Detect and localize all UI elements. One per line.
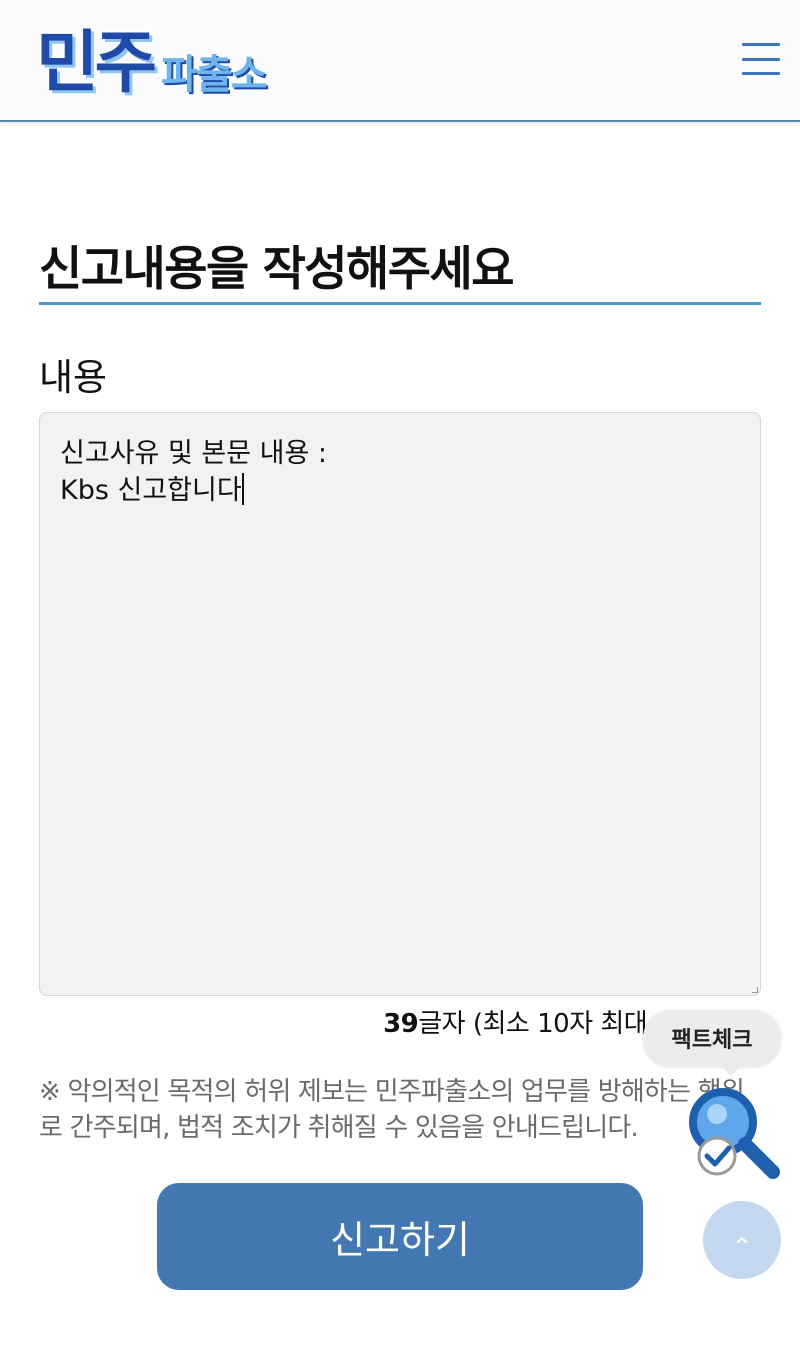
magnifier-check-icon[interactable]: [683, 1082, 783, 1182]
submit-report-button[interactable]: 신고하기: [157, 1183, 643, 1290]
resize-handle[interactable]: [752, 987, 758, 993]
menu-bar: [742, 57, 780, 61]
site-header: 민주 파출소: [0, 0, 800, 122]
menu-bar: [742, 72, 780, 75]
report-content-textarea[interactable]: 신고사유 및 본문 내용 : Kbs 신고합니다: [39, 412, 761, 996]
hamburger-menu-icon[interactable]: [742, 43, 780, 75]
logo-primary-text: 민주: [36, 24, 157, 103]
title-underline: [39, 302, 761, 305]
char-count-number: 39: [383, 1009, 419, 1039]
factcheck-bubble[interactable]: 팩트체크: [643, 1010, 781, 1076]
page-title: 신고내용을 작성해주세요: [39, 242, 515, 297]
site-logo[interactable]: 민주 파출소: [36, 14, 268, 104]
menu-bar: [742, 43, 780, 46]
text-caret: [241, 473, 244, 505]
content-label: 내용: [39, 356, 108, 399]
factcheck-widget[interactable]: 팩트체크: [643, 1010, 781, 1179]
chevron-up-icon: [737, 1237, 747, 1243]
scroll-top-button[interactable]: [703, 1201, 781, 1279]
logo-secondary-text: 파출소: [161, 52, 267, 98]
textarea-text: 신고사유 및 본문 내용 : Kbs 신고합니다: [60, 438, 327, 506]
